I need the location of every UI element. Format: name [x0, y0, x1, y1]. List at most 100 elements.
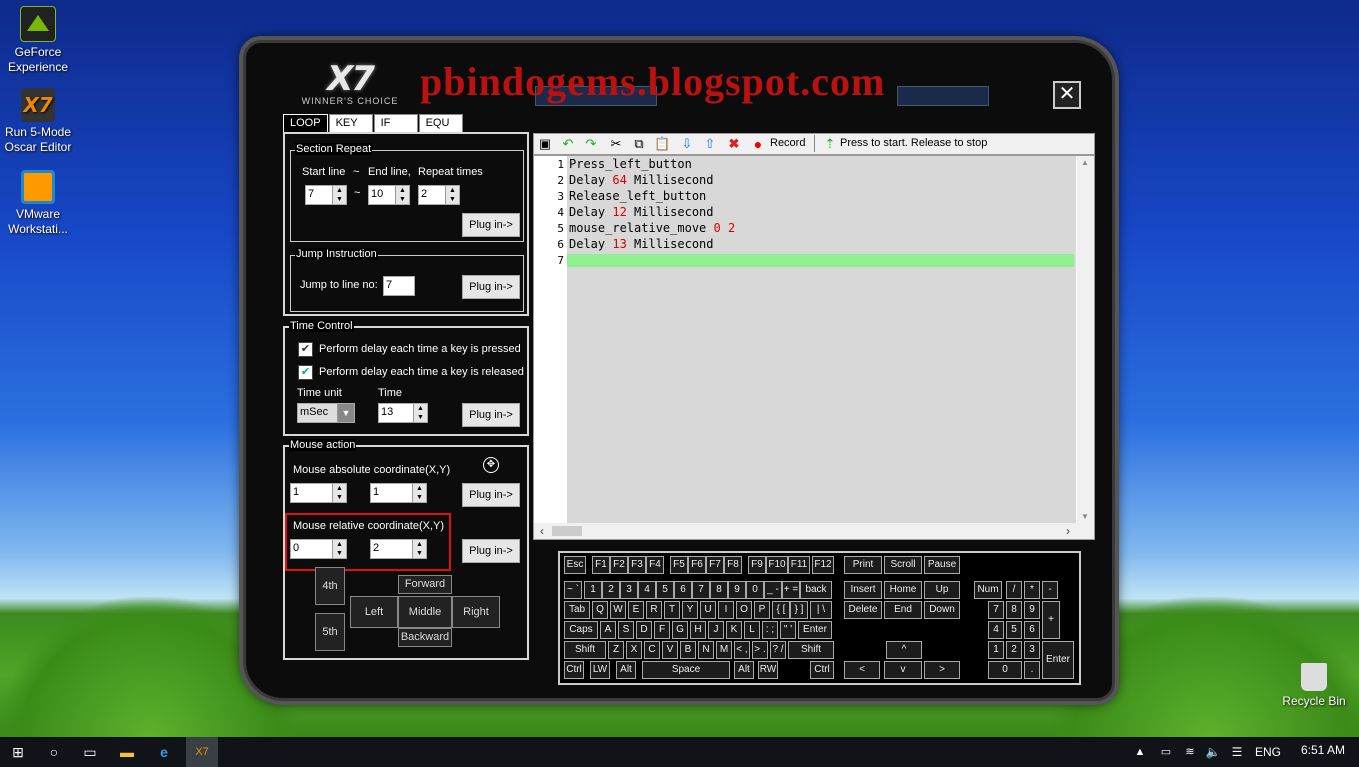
keyboard-key[interactable]: RW [758, 661, 778, 679]
keyboard-key[interactable]: M [716, 641, 732, 659]
keyboard-key[interactable]: Ctrl [810, 661, 834, 679]
keyboard-key[interactable]: Pause [924, 556, 960, 574]
keyboard-key[interactable]: Y [682, 601, 698, 619]
keyboard-key[interactable]: ~ ` [564, 581, 582, 599]
redo-icon[interactable]: ↷ [583, 136, 599, 152]
keyboard-key[interactable]: D [636, 621, 652, 639]
keyboard-key[interactable]: Up [924, 581, 960, 599]
keyboard-key[interactable]: R [646, 601, 662, 619]
scroll-left-icon[interactable]: ‹ [540, 524, 544, 538]
stepper-arrows[interactable]: ▲ ▼ [332, 540, 346, 558]
keyboard-key[interactable]: F9 [748, 556, 766, 574]
stepper-arrows[interactable]: ▲ ▼ [395, 186, 409, 204]
keyboard-key[interactable]: 1 [584, 581, 602, 599]
save-icon[interactable]: ▣ [537, 136, 553, 152]
keyboard-key[interactable]: Scroll [884, 556, 922, 574]
keyboard-key[interactable]: v [884, 661, 922, 679]
keyboard-key[interactable]: F5 [670, 556, 688, 574]
mouse-backward-button[interactable]: Backward [398, 628, 452, 647]
keyboard-key[interactable]: Z [608, 641, 624, 659]
keyboard-key[interactable]: H [690, 621, 706, 639]
keyboard-key[interactable]: 6 [674, 581, 692, 599]
keyboard-key[interactable]: 1 [988, 641, 1004, 659]
absolute-x-stepper[interactable]: 1 ▲ ▼ [290, 483, 347, 503]
keyboard-key[interactable]: Down [924, 601, 960, 619]
wifi-icon[interactable]: ≋ [1180, 742, 1200, 762]
keyboard-key[interactable]: S [618, 621, 634, 639]
mouse-5th-button[interactable]: 5th [315, 613, 345, 651]
keyboard-key[interactable]: Caps [564, 621, 598, 639]
stepper-arrows[interactable]: ▲ ▼ [332, 186, 346, 204]
keyboard-key[interactable]: 9 [728, 581, 746, 599]
keyboard-key[interactable]: E [628, 601, 644, 619]
keyboard-key[interactable]: 0 [988, 661, 1022, 679]
stepper-arrows[interactable]: ▲ ▼ [412, 484, 426, 502]
keyboard-key[interactable]: Tab [564, 601, 590, 619]
move-down-icon[interactable]: ⇩ [679, 136, 695, 152]
keyboard-key[interactable]: Alt [616, 661, 636, 679]
keyboard-key[interactable]: Home [884, 581, 922, 599]
tab-key[interactable]: KEY [328, 114, 373, 133]
keyboard-key[interactable]: O [736, 601, 752, 619]
repeat-times-stepper[interactable]: 2 ▲ ▼ [418, 185, 460, 205]
keyboard-key[interactable]: 7 [692, 581, 710, 599]
keyboard-key[interactable]: 4 [988, 621, 1004, 639]
keyboard-key[interactable]: ? / [770, 641, 786, 659]
keyboard-key[interactable]: End [884, 601, 922, 619]
keyboard-key[interactable]: F8 [724, 556, 742, 574]
stepper-arrows[interactable]: ▲ ▼ [412, 540, 426, 558]
vertical-scrollbar[interactable]: ▲ ▼ [1077, 156, 1094, 523]
relative-y-stepper[interactable]: 2 ▲ ▼ [370, 539, 427, 559]
keyboard-key[interactable]: C [644, 641, 660, 659]
keyboard-key[interactable]: Insert [844, 581, 882, 599]
keyboard-key[interactable]: back [800, 581, 832, 599]
tab-equ[interactable]: EQU [418, 114, 463, 133]
record-button[interactable]: Record [770, 137, 805, 149]
keyboard-key[interactable]: 5 [1006, 621, 1022, 639]
keyboard-key[interactable]: Enter [798, 621, 832, 639]
keyboard-key[interactable]: Print [844, 556, 882, 574]
keyboard-key[interactable]: 9 [1024, 601, 1040, 619]
move-up-icon[interactable]: ⇧ [702, 136, 718, 152]
plug-in-button[interactable]: Plug in-> [462, 213, 520, 237]
delete-icon[interactable]: ✖ [726, 136, 742, 152]
keyboard-key[interactable]: F7 [706, 556, 724, 574]
keyboard-key[interactable]: P [754, 601, 770, 619]
keyboard-key[interactable]: Shift [564, 641, 606, 659]
plug-in-button[interactable]: Plug in-> [462, 275, 520, 299]
keyboard-key[interactable]: 3 [620, 581, 638, 599]
keyboard-key[interactable]: Delete [844, 601, 882, 619]
keyboard-key[interactable]: Num [974, 581, 1002, 599]
edge-icon[interactable]: e [154, 742, 174, 762]
language-indicator[interactable]: ENG [1255, 745, 1281, 759]
action-center-icon[interactable]: ☰ [1227, 742, 1247, 762]
keyboard-key[interactable]: U [700, 601, 716, 619]
keyboard-key[interactable]: B [680, 641, 696, 659]
keyboard-key[interactable]: 7 [988, 601, 1004, 619]
keyboard-key[interactable]: + [1042, 601, 1060, 639]
keyboard-key[interactable]: A [600, 621, 616, 639]
close-button[interactable]: ✕ [1053, 81, 1081, 109]
keyboard-key[interactable]: F [654, 621, 670, 639]
tab-loop[interactable]: LOOP [283, 114, 328, 133]
clock[interactable]: 6:51 AM [1301, 743, 1345, 757]
keyboard-key[interactable]: - [1042, 581, 1058, 599]
code-line[interactable]: Delay 13 Millisecond [569, 237, 714, 251]
keyboard-key[interactable]: " ' [780, 621, 796, 639]
mouse-right-button[interactable]: Right [452, 596, 500, 628]
keyboard-key[interactable]: ^ [886, 641, 922, 659]
keyboard-key[interactable]: : ; [762, 621, 778, 639]
scroll-up-icon[interactable]: ▲ [1081, 158, 1089, 167]
keyboard-key[interactable]: | \ [810, 601, 832, 619]
keyboard-key[interactable]: F12 [812, 556, 834, 574]
keyboard-key[interactable]: L [744, 621, 760, 639]
code-line[interactable]: Release_left_button [569, 189, 706, 203]
keyboard-key[interactable]: 0 [746, 581, 764, 599]
end-line-stepper[interactable]: 10 ▲ ▼ [368, 185, 410, 205]
start-line-stepper[interactable]: 7 ▲ ▼ [305, 185, 347, 205]
scroll-thumb[interactable] [552, 526, 582, 536]
tab-if[interactable]: IF [373, 114, 418, 133]
keyboard-key[interactable]: . [1024, 661, 1040, 679]
horizontal-scrollbar[interactable]: ‹ › [534, 523, 1094, 539]
keyboard-key[interactable]: F4 [646, 556, 664, 574]
